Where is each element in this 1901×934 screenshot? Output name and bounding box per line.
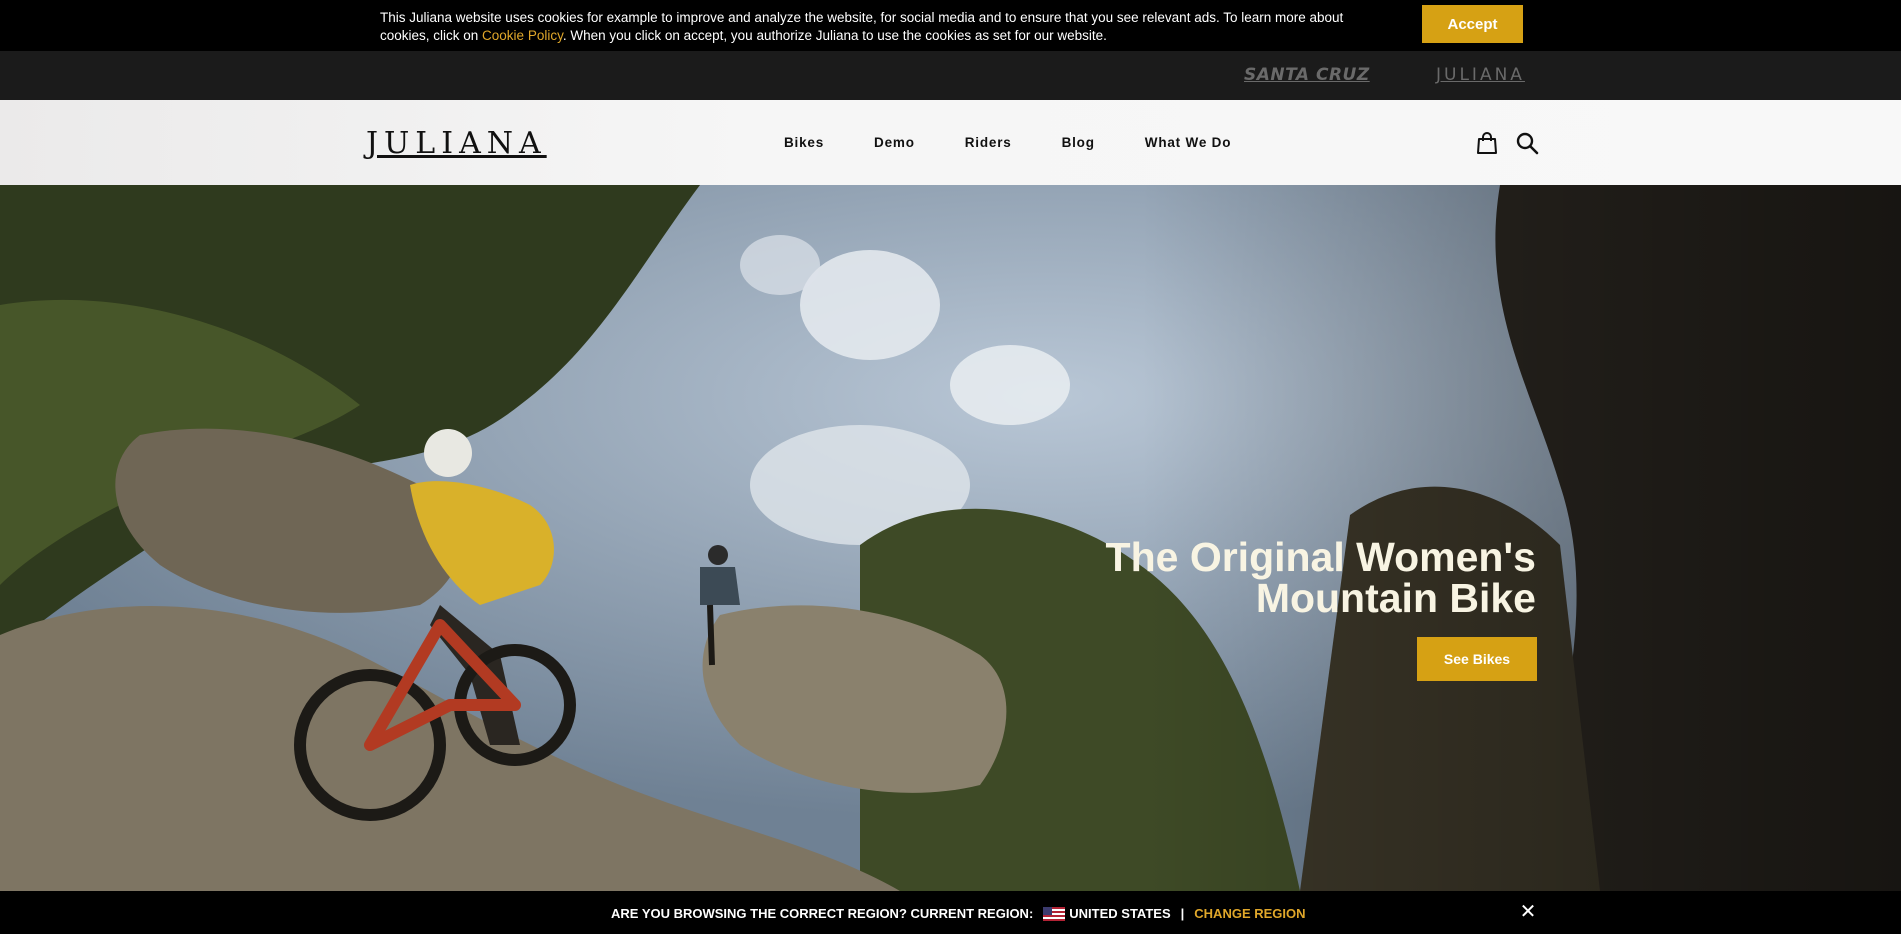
shopping-bag-icon[interactable] (1475, 131, 1499, 155)
region-banner: ARE YOU BROWSING THE CORRECT REGION? CUR… (0, 891, 1901, 934)
juliana-brand-link[interactable]: JULIANA (1436, 65, 1525, 85)
primary-nav: Bikes Demo Riders Blog What We Do (784, 135, 1281, 150)
see-bikes-button[interactable]: See Bikes (1417, 637, 1537, 681)
nav-item-what-we-do[interactable]: What We Do (1145, 135, 1232, 150)
cookie-text-after: . When you click on accept, you authoriz… (562, 28, 1107, 43)
nav-item-blog[interactable]: Blog (1062, 135, 1095, 150)
hero-title-line1: The Original Women's (1105, 534, 1536, 580)
search-icon[interactable] (1515, 131, 1539, 155)
nav-item-bikes[interactable]: Bikes (784, 135, 824, 150)
accept-cookies-button[interactable]: Accept (1422, 5, 1523, 43)
region-separator: | (1180, 906, 1185, 921)
cookie-message: This Juliana website uses cookies for ex… (380, 9, 1380, 45)
header-actions (1475, 131, 1555, 155)
nav-item-riders[interactable]: Riders (965, 135, 1012, 150)
us-flag-icon (1043, 906, 1066, 921)
change-region-link[interactable]: CHANGE REGION (1194, 906, 1305, 921)
hero-title: The Original Women's Mountain Bike (1016, 537, 1536, 619)
santa-cruz-brand-link[interactable]: SANTA CRUZ (1244, 65, 1370, 85)
hero-photo (0, 185, 1901, 891)
cookie-banner: This Juliana website uses cookies for ex… (0, 0, 1901, 51)
hero-banner: The Original Women's Mountain Bike See B… (0, 185, 1901, 891)
current-region: UNITED STATES (1069, 906, 1171, 921)
region-message: ARE YOU BROWSING THE CORRECT REGION? CUR… (611, 906, 1306, 921)
main-header: JULIANA Bikes Demo Riders Blog What We D… (0, 100, 1901, 185)
brand-bar: SANTA CRUZ JULIANA (0, 51, 1901, 100)
cookie-policy-link[interactable]: Cookie Policy (482, 28, 563, 43)
nav-item-demo[interactable]: Demo (874, 135, 915, 150)
region-question: ARE YOU BROWSING THE CORRECT REGION? CUR… (611, 906, 1034, 921)
juliana-logo[interactable]: JULIANA (366, 126, 547, 161)
close-icon[interactable]: ✕ (1518, 901, 1538, 921)
hero-title-line2: Mountain Bike (1255, 575, 1536, 621)
